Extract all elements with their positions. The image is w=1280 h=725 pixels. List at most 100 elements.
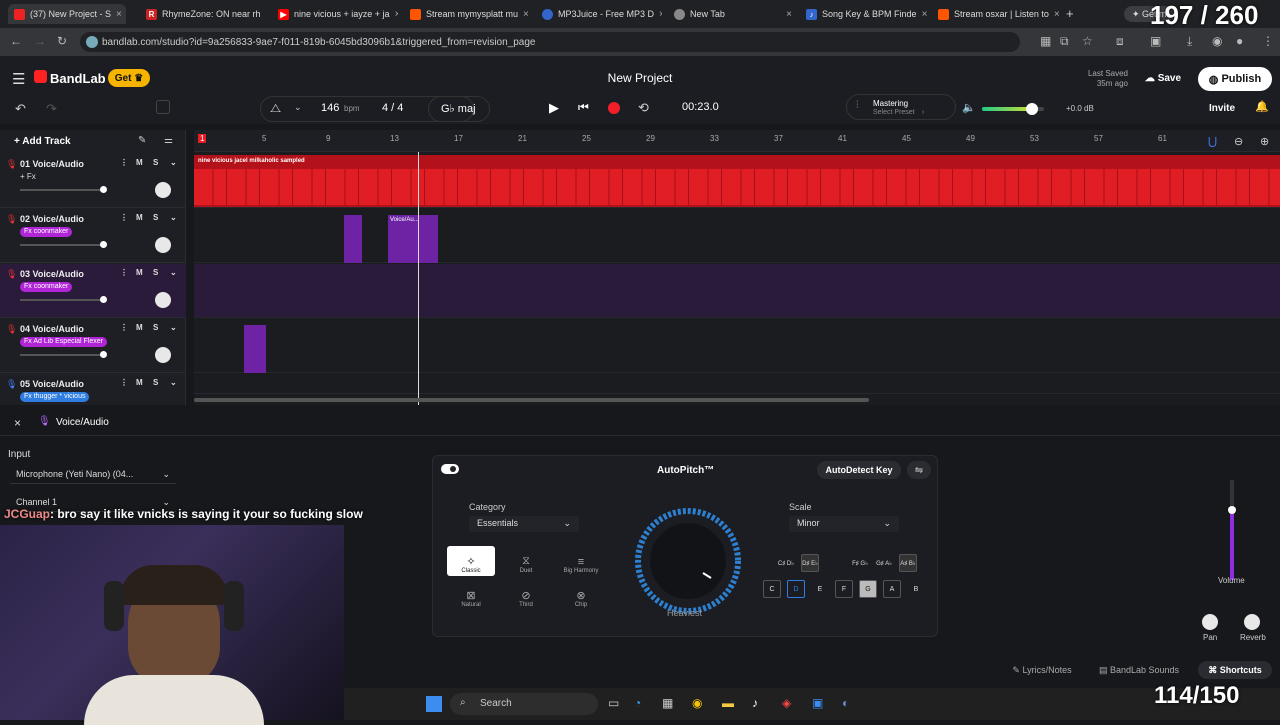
scale-select[interactable]: Minor ⌄ — [789, 516, 899, 532]
volume-fader-thumb[interactable] — [1228, 506, 1236, 514]
profile-icon[interactable]: ◉ — [1212, 34, 1222, 48]
extensions-icon[interactable]: ⧈ — [1116, 34, 1124, 49]
key-f-button[interactable]: F — [835, 580, 853, 598]
key-d-button[interactable]: D — [787, 580, 805, 598]
add-track-button[interactable]: + Add Track — [14, 136, 71, 147]
audio-region-2a[interactable] — [344, 215, 362, 263]
track-menu-icon[interactable]: ⋮ — [120, 378, 128, 387]
track-header-1[interactable]: 🎙 01 Voice/Audio ⋮ M S ⌄ + Fx — [0, 154, 186, 208]
key-b-button[interactable]: B — [907, 580, 925, 598]
close-icon[interactable]: × — [659, 9, 662, 20]
lyrics-notes-button[interactable]: ✎ Lyrics/Notes — [1000, 661, 1084, 679]
mute-button[interactable]: M — [136, 378, 143, 387]
tab-2[interactable]: RRhymeZone: ON near rh× — [140, 4, 264, 24]
close-icon[interactable]: × — [1054, 9, 1060, 20]
key-sharp-button[interactable]: A♯ B♭ — [899, 554, 917, 572]
chevron-down-icon[interactable]: ⌄ — [170, 158, 177, 167]
slider-thumb[interactable] — [100, 296, 107, 303]
forward-arrow-icon[interactable]: → — [34, 34, 46, 48]
close-icon[interactable]: × — [786, 9, 792, 20]
track-volume-slider[interactable] — [20, 186, 107, 193]
preset-big-harmony[interactable]: ≡ Big Harmony — [557, 546, 605, 576]
solo-button[interactable]: S — [153, 323, 158, 332]
fx-preset-tag[interactable]: Fx Ad Lib Especial Flexer — [20, 337, 107, 347]
file-explorer-icon[interactable]: ▬ — [722, 696, 734, 710]
bookmark-star-icon[interactable]: ☆ — [1082, 34, 1093, 48]
track-name[interactable]: 01 Voice/Audio — [20, 159, 84, 169]
preset-duet[interactable]: ⧖ Duet — [502, 546, 550, 576]
shortcuts-button[interactable]: ⌘ Shortcuts — [1198, 661, 1272, 679]
track-menu-icon[interactable]: ⋮ — [120, 268, 128, 277]
mute-button[interactable]: M — [136, 213, 143, 222]
new-tab-button[interactable]: + — [1066, 6, 1074, 21]
track-volume-slider[interactable] — [20, 296, 107, 303]
tab-5[interactable]: MP3Juice - Free MP3 D × — [536, 4, 662, 24]
fx-preset-tag[interactable]: Fx thugger * vicious — [20, 392, 90, 402]
undo-icon[interactable]: ↶ — [15, 101, 26, 117]
metronome-chevron-down-icon[interactable]: ⌄ — [294, 102, 302, 113]
app-icon[interactable]: ◈ — [782, 696, 791, 710]
autopitch-toggle[interactable] — [441, 464, 459, 474]
key-e-button[interactable]: E — [811, 580, 829, 598]
pan-knob[interactable] — [155, 237, 171, 253]
redo-icon[interactable]: ↷ — [46, 101, 57, 117]
edge-icon[interactable]: ◔ — [634, 696, 641, 710]
track-name[interactable]: 02 Voice/Audio — [20, 214, 84, 224]
magnet-snap-icon[interactable]: ⋃ — [1208, 135, 1217, 148]
record-icon[interactable] — [608, 102, 620, 114]
slider-thumb[interactable] — [100, 186, 107, 193]
timeline-ruler[interactable]: 1 5 9 13 17 21 25 29 33 37 41 45 49 53 57 61 — [194, 130, 1280, 152]
autodetect-key-button[interactable]: AutoDetect Key — [817, 461, 901, 479]
tab-7[interactable]: ♪ Song Key & BPM Finde × — [800, 4, 930, 24]
pen-tool-icon[interactable]: ✎ — [138, 135, 146, 146]
volume-thumb[interactable] — [1025, 103, 1038, 115]
key-c-button[interactable]: C — [763, 580, 781, 598]
save-button[interactable]: ☁ Save — [1136, 67, 1190, 89]
chevron-down-icon[interactable]: ⌄ — [170, 213, 177, 222]
horizontal-scrollbar[interactable] — [194, 398, 869, 402]
solo-button[interactable]: S — [153, 268, 158, 277]
track-header-3[interactable]: 🎙 03 Voice/Audio ⋮ M S ⌄ Fx coonmaker — [0, 264, 186, 318]
key-selector[interactable]: G♭ maj — [441, 102, 476, 115]
site-info-icon[interactable] — [86, 36, 98, 48]
track-name[interactable]: 03 Voice/Audio — [20, 269, 84, 279]
key-a-button[interactable]: A — [883, 580, 901, 598]
solo-button[interactable]: S — [153, 378, 158, 387]
fx-preset-tag[interactable]: Fx coonmaker — [20, 227, 73, 237]
preset-chip[interactable]: ⊗ Chip — [557, 580, 605, 610]
close-icon[interactable]: × — [922, 9, 928, 20]
key-sharp-button[interactable]: G♯ A♭ — [875, 554, 893, 572]
bpm-value[interactable]: 146 — [321, 102, 339, 114]
solo-button[interactable]: S — [153, 213, 158, 222]
windows-start-icon[interactable] — [426, 696, 442, 712]
project-title[interactable]: New Project — [540, 71, 740, 85]
invite-button[interactable]: Invite — [1200, 98, 1244, 118]
close-detail-button[interactable]: × — [14, 416, 21, 430]
lane-track-2[interactable]: Voice/Au... — [194, 209, 1280, 263]
bell-icon[interactable]: 🔔 — [1255, 100, 1269, 113]
key-sharp-button[interactable]: F♯ G♭ — [851, 554, 869, 572]
track-name[interactable]: 05 Voice/Audio — [20, 379, 84, 389]
key-g-button[interactable]: G — [859, 580, 877, 598]
bandlab-sounds-button[interactable]: ▤ BandLab Sounds — [1090, 661, 1188, 679]
get-membership-button[interactable]: Get ♛ — [108, 69, 150, 87]
loop-icon[interactable]: ⟲ — [638, 100, 649, 116]
strength-knob-wrap[interactable] — [633, 506, 743, 616]
track-menu-icon[interactable]: ⋮ — [120, 323, 128, 332]
panel-toggle-icon[interactable] — [156, 100, 170, 114]
pan-knob[interactable] — [1202, 614, 1218, 630]
url-field[interactable]: bandlab.com/studio?id=9a256833-9ae7-f011… — [80, 32, 1020, 52]
tab-6[interactable]: New Tab × — [668, 4, 798, 24]
close-icon[interactable]: × — [116, 9, 122, 20]
chrome-icon[interactable]: ◉ — [692, 696, 702, 710]
track-settings-icon[interactable]: ⚌ — [164, 135, 173, 146]
chevron-down-icon[interactable]: ⌄ — [170, 323, 177, 332]
fx-preset-tag[interactable]: Fx coonmaker — [20, 282, 73, 292]
track-header-4[interactable]: 🎙 04 Voice/Audio ⋮ M S ⌄ Fx Ad Lib Especial Fl… — [0, 319, 186, 373]
slider-thumb[interactable] — [100, 351, 107, 358]
track-menu-icon[interactable]: ⋮ — [120, 213, 128, 222]
cast-icon[interactable]: ⧉ — [1060, 34, 1069, 49]
taskbar-search[interactable]: ⌕ Search — [450, 693, 598, 715]
mute-button[interactable]: M — [136, 268, 143, 277]
tiktok-icon[interactable]: ♪ — [752, 696, 758, 710]
